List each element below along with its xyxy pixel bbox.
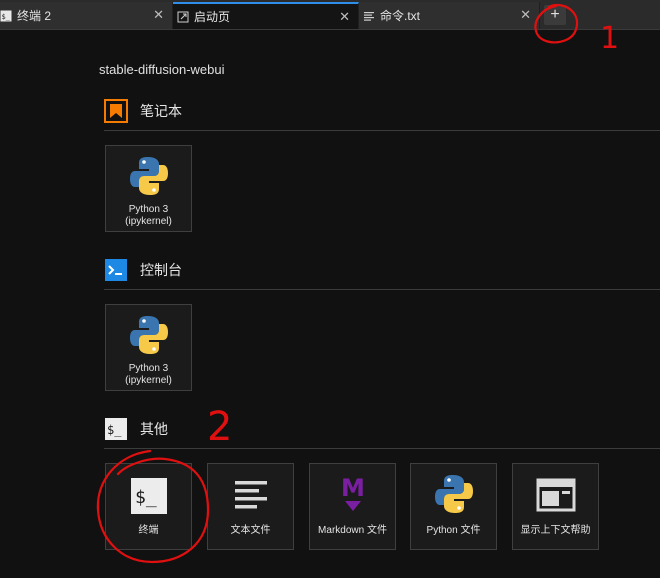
section-console: 控制台 [104, 258, 182, 282]
card-sublabel: (ipykernel) [125, 216, 172, 227]
launcher-card-text-file[interactable]: 文本文件 [207, 463, 294, 550]
python-icon [129, 157, 168, 195]
section-notebook: 笔记本 [104, 99, 182, 123]
text-file-icon [234, 481, 267, 509]
card-label: Python 3 [128, 363, 169, 374]
card-label: Markdown 文件 [318, 525, 387, 536]
section-title: 笔记本 [140, 103, 182, 119]
card-label: Python 文件 [426, 525, 481, 536]
tab-command-txt[interactable]: 命令.txt ✕ [359, 2, 540, 29]
close-icon[interactable]: ✕ [339, 9, 350, 25]
add-tab-button[interactable]: + [544, 5, 566, 25]
card-label: Python 3 [128, 204, 169, 215]
terminal-icon: $_ [0, 10, 12, 21]
annotation-number-2: 2 [207, 404, 232, 450]
tab-label: 终端 2 [17, 9, 52, 23]
python-icon [129, 316, 168, 354]
markdown-icon: M [341, 474, 365, 511]
svg-text:M: M [341, 474, 365, 502]
divider [104, 448, 660, 449]
tab-label: 命令.txt [380, 9, 421, 23]
card-label: 终端 [138, 525, 159, 536]
svg-text:$_: $_ [135, 487, 157, 508]
card-label: 显示上下文帮助 [520, 525, 591, 536]
launcher-card-terminal[interactable]: $_ 终端 [105, 463, 192, 550]
card-label: 文本文件 [230, 525, 271, 536]
close-icon[interactable]: ✕ [153, 7, 164, 23]
launcher-card-python-file[interactable]: Python 文件 [410, 463, 497, 550]
svg-text:$_: $_ [2, 13, 11, 21]
divider [104, 130, 660, 131]
close-icon[interactable]: ✕ [520, 7, 531, 23]
python-icon [434, 475, 473, 513]
launcher-card-python3-notebook[interactable]: Python 3 (ipykernel) [105, 145, 192, 232]
launcher-card-context-help[interactable]: 显示上下文帮助 [512, 463, 599, 550]
text-file-icon [364, 11, 374, 21]
tab-bar: $_ 终端 2 ✕ 启动页 ✕ 命令.txt ✕ + [0, 0, 660, 30]
svg-text:$_: $_ [107, 423, 122, 437]
terminal-icon: $_ [130, 478, 167, 514]
tab-terminal-2[interactable]: $_ 终端 2 ✕ [0, 2, 173, 29]
context-help-icon [536, 478, 575, 512]
section-title: 控制台 [140, 262, 182, 278]
tab-label: 启动页 [194, 10, 231, 24]
divider [104, 289, 660, 290]
launcher-card-python3-console[interactable]: Python 3 (ipykernel) [105, 304, 192, 391]
card-sublabel: (ipykernel) [125, 375, 172, 386]
section-other: $_ 其他 [104, 417, 168, 441]
notebook-icon [104, 99, 128, 123]
launcher-card-markdown-file[interactable]: M Markdown 文件 [309, 463, 396, 550]
current-directory: stable-diffusion-webui [99, 62, 225, 77]
launcher-icon [177, 11, 189, 22]
tab-launcher[interactable]: 启动页 ✕ [173, 2, 359, 29]
terminal-icon: $_ [105, 418, 127, 440]
section-title: 其他 [140, 421, 168, 437]
console-icon [105, 259, 127, 281]
